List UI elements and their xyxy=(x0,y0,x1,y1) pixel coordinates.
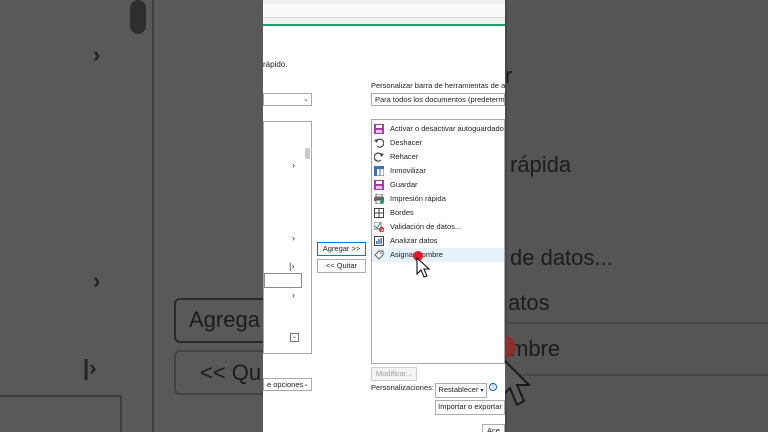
background-remove-text: << Qu xyxy=(200,360,262,385)
expand-chevron-icon[interactable]: › xyxy=(292,233,295,243)
scope-select-value: Para todos los documentos (predeterminad… xyxy=(375,95,505,104)
background-chevron-icon: |› xyxy=(83,355,97,380)
data-validation-icon xyxy=(374,222,384,232)
save-icon xyxy=(374,180,384,190)
list-item-label: Inmovilizar xyxy=(390,166,426,175)
intro-text: rápido. xyxy=(263,60,288,69)
list-item[interactable]: Validación de datos... xyxy=(372,220,504,234)
list-item-label: Analizar datos xyxy=(390,236,438,245)
ribbon-inner xyxy=(263,4,505,18)
chevron-down-icon: ⌄ xyxy=(303,381,309,388)
chevron-down-icon: ⌄ xyxy=(303,96,309,103)
background-right-panel: r rápida de datos... atos mbre xyxy=(505,0,768,432)
options-select-value: e opciones xyxy=(267,380,304,389)
split-chevron-icon[interactable]: |› xyxy=(289,261,294,271)
background-text: rápida xyxy=(510,152,572,177)
background-divider xyxy=(152,0,154,432)
ok-button[interactable]: Ace xyxy=(482,424,505,432)
list-item[interactable]: Analizar datos xyxy=(372,234,504,248)
list-item-label: Guardar xyxy=(390,180,418,189)
background-text: atos xyxy=(508,290,550,315)
options-select[interactable]: e opciones ⌄ xyxy=(263,378,312,391)
quick-print-icon xyxy=(374,194,384,204)
list-item-label: Rehacer xyxy=(390,152,419,161)
background-add-text: Agrega xyxy=(189,307,260,332)
modify-button[interactable]: Modificar... xyxy=(371,367,417,381)
borders-icon xyxy=(374,208,384,218)
list-item-label: Validación de datos... xyxy=(390,222,462,231)
redo-icon xyxy=(374,152,384,162)
mouse-cursor-icon xyxy=(413,251,431,278)
list-item[interactable]: Bordes xyxy=(372,206,504,220)
info-icon[interactable]: i xyxy=(489,383,497,391)
right-header: Personalizar barra de herramientas de ac… xyxy=(371,81,505,90)
scroll-down-icon[interactable]: ⌄ xyxy=(290,333,299,342)
expand-chevron-icon[interactable]: › xyxy=(292,290,295,300)
expand-chevron-icon[interactable]: › xyxy=(292,160,295,170)
reset-button-label: Restablecer xyxy=(438,385,479,394)
scope-select[interactable]: Para todos los documentos (predeterminad… xyxy=(371,93,505,106)
background-line xyxy=(120,395,122,432)
list-item[interactable]: Impresión rápida xyxy=(372,192,504,206)
analyze-data-icon xyxy=(374,236,384,246)
screen: › › |› Agrega << Qu r rápida de datos...… xyxy=(0,0,768,432)
list-item-label: Bordes xyxy=(390,208,414,217)
chevron-down-icon: ▾ xyxy=(480,388,484,394)
background-line xyxy=(505,374,768,376)
list-item[interactable]: Rehacer xyxy=(372,150,504,164)
background-chevron-icon: › xyxy=(93,42,101,67)
customizations-label: Personalizaciones: xyxy=(371,383,434,392)
list-item[interactable]: Guardar xyxy=(372,178,504,192)
list-item[interactable]: Inmovilizar xyxy=(372,164,504,178)
freeze-panes-icon xyxy=(374,166,384,176)
save-toggle-icon xyxy=(374,124,384,134)
add-button[interactable]: Agregar >> xyxy=(317,242,366,256)
background-text: de datos... xyxy=(510,245,613,270)
list-item-label: Deshacer xyxy=(390,138,423,147)
list-scrollbar-thumb[interactable] xyxy=(305,148,310,159)
commands-source-select[interactable]: ⌄ xyxy=(263,93,312,106)
customize-quick-access-dialog: rápido. ⌄ › › |› › ⌄ e opciones ⌄ Agrega… xyxy=(263,0,505,432)
ribbon-strip xyxy=(263,0,505,26)
list-item-label: Activar o desactivar autoguardado xyxy=(390,124,504,133)
undo-icon xyxy=(374,138,384,148)
background-line xyxy=(0,395,122,397)
background-cursor-icon xyxy=(505,336,532,407)
quick-access-commands-list[interactable]: Activar o desactivar autoguardado Deshac… xyxy=(371,119,505,364)
background-left-panel: › › |› Agrega << Qu xyxy=(0,0,274,432)
background-scrollbar xyxy=(130,0,146,34)
background-line xyxy=(505,322,768,324)
background-chevron-icon: › xyxy=(93,268,101,293)
command-field[interactable] xyxy=(264,273,302,288)
list-item-label: Impresión rápida xyxy=(390,194,446,203)
reset-button[interactable]: Restablecer ▾ xyxy=(435,383,487,398)
define-name-icon xyxy=(374,250,384,260)
list-item[interactable]: Activar o desactivar autoguardado xyxy=(372,122,504,136)
available-commands-list[interactable]: › › |› › ⌄ xyxy=(263,121,312,354)
remove-button[interactable]: << Quitar xyxy=(317,259,366,273)
list-item-selected[interactable]: Asignar nombre xyxy=(372,248,504,262)
list-item[interactable]: Deshacer xyxy=(372,136,504,150)
import-export-button[interactable]: Importar o exportar xyxy=(435,400,505,415)
background-text: r xyxy=(505,63,513,88)
